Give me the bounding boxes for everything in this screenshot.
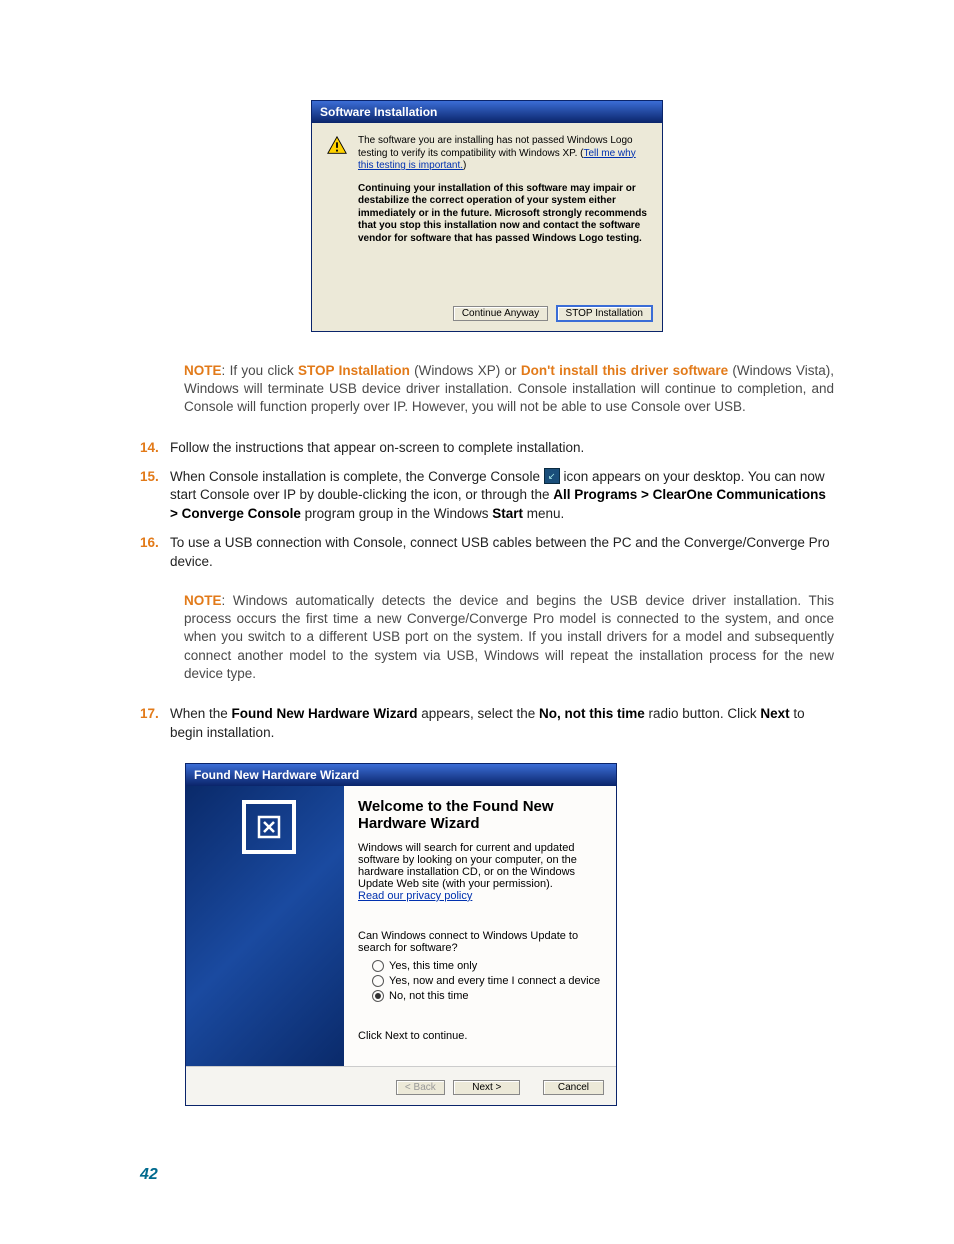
step-16: 16. To use a USB connection with Console…: [140, 534, 834, 572]
hardware-chip-icon: [242, 800, 296, 854]
cancel-button[interactable]: Cancel: [543, 1080, 604, 1095]
privacy-policy-link[interactable]: Read our privacy policy: [358, 890, 472, 902]
dialog-message: The software you are installing has not …: [358, 135, 650, 245]
found-new-hardware-wizard-dialog: Found New Hardware Wizard Welcome to the…: [185, 763, 617, 1106]
note-label: NOTE: [184, 593, 222, 608]
step-17: 17. When the Found New Hardware Wizard a…: [140, 705, 834, 743]
page-number: 42: [140, 1166, 834, 1184]
back-button: < Back: [396, 1080, 445, 1095]
note-label: NOTE: [184, 363, 222, 378]
dialog-warning-bold: Continuing your installation of this sof…: [358, 183, 650, 246]
radio-no[interactable]: No, not this time: [372, 990, 604, 1002]
dialog-title: Software Installation: [312, 101, 662, 123]
radio-yes-always[interactable]: Yes, now and every time I connect a devi…: [372, 975, 604, 987]
step-15: 15. When Console installation is complet…: [140, 468, 834, 525]
wizard-intro: Windows will search for current and upda…: [358, 842, 604, 890]
dialog2-title: Found New Hardware Wizard: [186, 764, 616, 786]
click-next-hint: Click Next to continue.: [358, 1030, 604, 1042]
converge-console-icon: [544, 468, 560, 484]
continue-anyway-button[interactable]: Continue Anyway: [453, 306, 548, 321]
wizard-heading: Welcome to the Found New Hardware Wizard: [358, 798, 604, 832]
next-button[interactable]: Next >: [453, 1080, 520, 1095]
radio-yes-once[interactable]: Yes, this time only: [372, 960, 604, 972]
stop-installation-button[interactable]: STOP Installation: [557, 306, 652, 321]
step-14: 14. Follow the instructions that appear …: [140, 439, 834, 458]
wizard-question: Can Windows connect to Windows Update to…: [358, 930, 604, 954]
wizard-sidebar-graphic: [186, 786, 344, 1066]
note-block-1: NOTE: If you click STOP Installation (Wi…: [184, 362, 834, 417]
warning-icon: [326, 135, 348, 153]
note-block-2: NOTE: Windows automatically detects the …: [184, 592, 834, 683]
software-installation-dialog: Software Installation The software you a…: [311, 100, 663, 332]
